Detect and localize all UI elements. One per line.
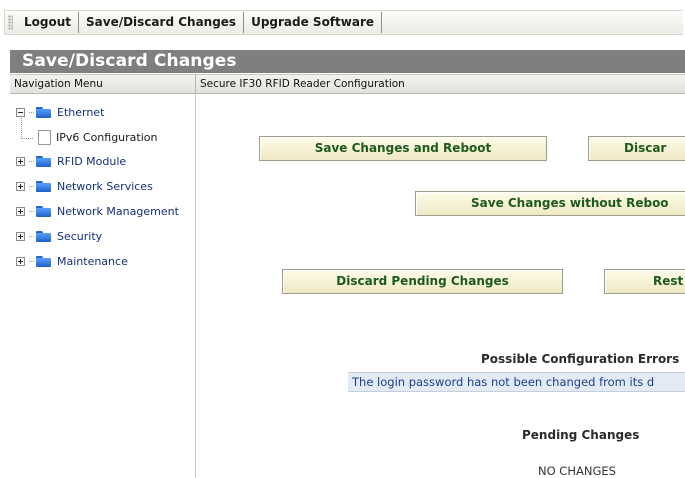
upgrade-software-button[interactable]: Upgrade Software xyxy=(244,12,383,33)
expand-icon[interactable] xyxy=(16,231,25,241)
page-title: Save/Discard Changes xyxy=(22,51,237,71)
expand-icon[interactable] xyxy=(16,256,25,266)
nav-item-maintenance[interactable]: Maintenance xyxy=(16,252,128,270)
save-changes-without-reboot-button[interactable]: Save Changes without Reboo xyxy=(415,191,685,216)
nav-item-network-services[interactable]: Network Services xyxy=(16,177,153,195)
restore-button[interactable]: Rest xyxy=(604,269,685,294)
content-pane: Save Changes and Reboot Discar Save Chan… xyxy=(196,95,685,478)
nav-item-label: Network Management xyxy=(57,204,179,218)
tree-connector xyxy=(29,160,34,162)
tree-connector xyxy=(29,235,34,237)
folder-icon xyxy=(36,230,52,242)
content-header: Secure IF30 RFID Reader Configuration xyxy=(196,74,685,94)
nav-item-security[interactable]: Security xyxy=(16,227,102,245)
expand-icon[interactable] xyxy=(16,181,25,191)
collapse-icon[interactable] xyxy=(16,107,25,117)
navigation-menu-header: Navigation Menu xyxy=(10,74,196,94)
expand-icon[interactable] xyxy=(16,206,25,216)
folder-icon xyxy=(36,106,52,118)
folder-icon xyxy=(36,180,52,192)
expand-icon[interactable] xyxy=(16,156,25,166)
nav-item-network-management[interactable]: Network Management xyxy=(16,202,179,220)
folder-icon xyxy=(36,205,52,217)
page-title-bar: Save/Discard Changes xyxy=(10,50,685,73)
page-icon xyxy=(38,129,51,145)
toolbar-bar: Logout Save/Discard Changes Upgrade Soft… xyxy=(4,10,683,35)
nav-item-label: Network Services xyxy=(57,179,153,193)
tree-connector xyxy=(21,138,33,139)
nav-item-label: Security xyxy=(57,229,103,243)
nav-item-label: RFID Module xyxy=(57,154,127,168)
configuration-errors-title: Possible Configuration Errors xyxy=(481,352,680,366)
toolbar-grip-icon xyxy=(8,15,13,30)
nav-item-label: Ethernet xyxy=(57,105,105,119)
logout-button[interactable]: Logout xyxy=(17,12,80,33)
folder-icon xyxy=(36,255,52,267)
top-toolbar: Logout Save/Discard Changes Upgrade Soft… xyxy=(0,0,685,44)
tree-connector xyxy=(29,185,34,187)
tree-connector xyxy=(29,210,34,212)
nav-item-rfid-module[interactable]: RFID Module xyxy=(16,152,126,170)
folder-icon xyxy=(36,155,52,167)
discard-pending-changes-button[interactable]: Discard Pending Changes xyxy=(282,269,563,294)
save-changes-and-reboot-button[interactable]: Save Changes and Reboot xyxy=(259,136,547,161)
nav-item-ipv6-configuration[interactable]: IPv6 Configuration xyxy=(38,128,157,146)
pending-changes-title: Pending Changes xyxy=(522,428,640,442)
pending-changes-value: NO CHANGES xyxy=(538,464,616,478)
nav-item-label: IPv6 Configuration xyxy=(56,130,158,144)
tree-connector xyxy=(29,111,34,113)
tree-connector xyxy=(29,260,34,262)
nav-item-ethernet[interactable]: Ethernet xyxy=(16,103,104,121)
error-message: The login password has not been changed … xyxy=(348,372,685,392)
navigation-tree: Ethernet IPv6 Configuration RFID Module … xyxy=(10,95,196,478)
nav-item-label: Maintenance xyxy=(57,254,128,268)
save-discard-changes-button[interactable]: Save/Discard Changes xyxy=(79,12,245,33)
discard-button[interactable]: Discar xyxy=(588,136,685,161)
